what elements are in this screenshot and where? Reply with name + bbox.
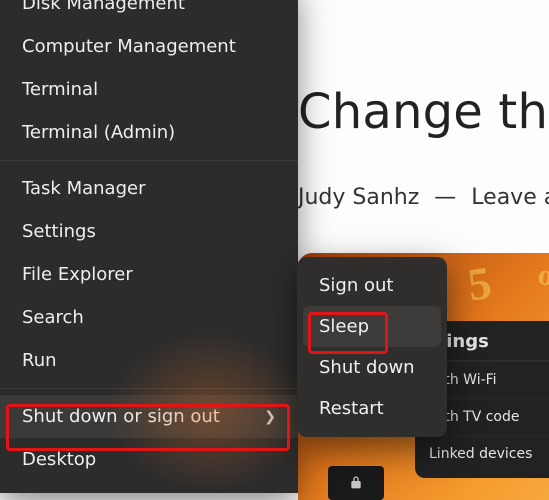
decorative-text: 5 — [464, 256, 494, 312]
menu-item-run[interactable]: Run — [0, 339, 298, 382]
menu-item-search[interactable]: Search — [0, 296, 298, 339]
menu-separator — [0, 388, 298, 389]
menu-item-computer-management[interactable]: Computer Management — [0, 25, 298, 68]
submenu-item-shut-down[interactable]: Shut down — [303, 347, 441, 388]
menu-item-disk-management[interactable]: Disk Management — [0, 0, 298, 25]
settings-card-row[interactable]: Linked devices — [415, 435, 549, 472]
submenu-item-restart[interactable]: Restart — [303, 388, 441, 429]
menu-item-label: Terminal — [22, 79, 98, 100]
menu-item-task-manager[interactable]: Task Manager — [0, 167, 298, 210]
byline-separator: — — [434, 185, 456, 210]
decorative-text: o — [536, 258, 549, 293]
menu-item-label: Computer Management — [22, 36, 236, 57]
power-submenu[interactable]: Sign out Sleep Shut down Restart — [297, 257, 447, 437]
byline-author[interactable]: Judy Sanhz — [298, 185, 419, 210]
article-title: Change the — [298, 84, 549, 140]
menu-item-desktop[interactable]: Desktop — [0, 438, 298, 481]
menu-item-label: Run — [22, 350, 57, 371]
submenu-item-label: Sleep — [319, 316, 369, 337]
menu-item-label: Terminal (Admin) — [22, 122, 175, 143]
menu-item-label: Task Manager — [22, 178, 145, 199]
submenu-item-label: Restart — [319, 398, 384, 419]
menu-item-settings[interactable]: Settings — [0, 210, 298, 253]
menu-item-file-explorer[interactable]: File Explorer — [0, 253, 298, 296]
menu-item-label: Shut down or sign out — [22, 406, 220, 427]
menu-item-label: Search — [22, 307, 84, 328]
winx-context-menu[interactable]: Disk Management Computer Management Term… — [0, 0, 298, 493]
menu-item-label: File Explorer — [22, 264, 133, 285]
lock-icon — [348, 475, 364, 491]
article-byline: Judy Sanhz — Leave a — [298, 185, 549, 210]
menu-item-terminal-admin[interactable]: Terminal (Admin) — [0, 111, 298, 154]
submenu-item-sign-out[interactable]: Sign out — [303, 265, 441, 306]
menu-item-label: Settings — [22, 221, 96, 242]
byline-leave-comment[interactable]: Leave a — [471, 185, 549, 210]
submenu-item-label: Sign out — [319, 275, 393, 296]
chevron-right-icon: ❯ — [264, 409, 276, 425]
submenu-item-label: Shut down — [319, 357, 415, 378]
menu-item-label: Desktop — [22, 449, 96, 470]
menu-separator — [0, 160, 298, 161]
menu-item-terminal[interactable]: Terminal — [0, 68, 298, 111]
lock-icon-button[interactable] — [328, 466, 384, 500]
submenu-item-sleep[interactable]: Sleep — [303, 306, 441, 347]
menu-item-label: Disk Management — [22, 0, 185, 14]
menu-item-shut-down-or-sign-out[interactable]: Shut down or sign out ❯ — [0, 395, 298, 438]
